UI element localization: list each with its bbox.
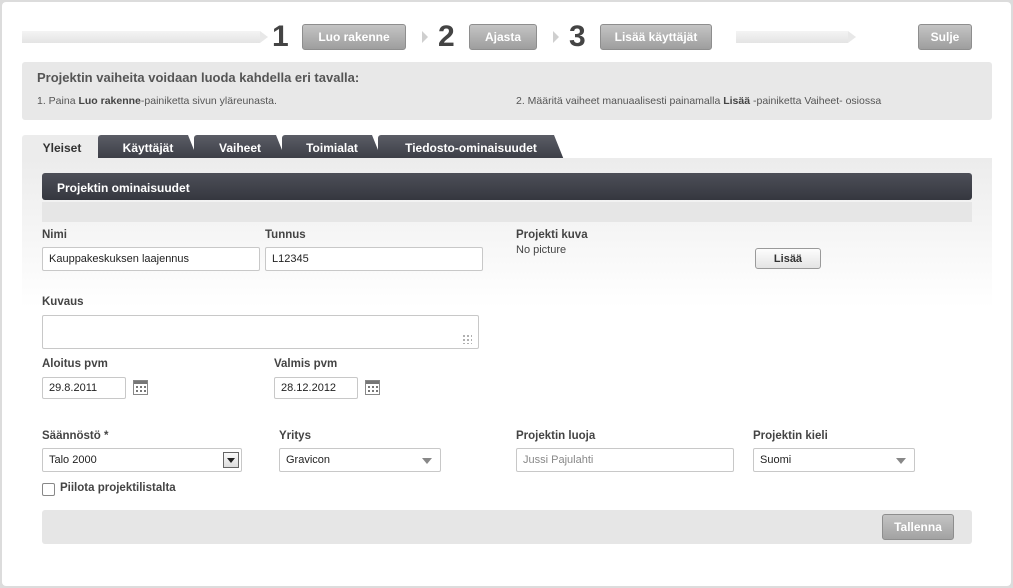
- tab-toimialat[interactable]: Toimialat: [282, 135, 382, 160]
- close-button[interactable]: Sulje: [918, 24, 972, 50]
- code-label: Tunnus: [265, 229, 306, 241]
- step-number-2: 2: [438, 20, 455, 53]
- calendar-icon[interactable]: [133, 380, 148, 395]
- add-picture-button[interactable]: Lisää: [755, 248, 821, 269]
- info-text-bold: Lisää: [723, 95, 751, 107]
- end-date-label: Valmis pvm: [274, 358, 338, 370]
- info-text: -painiketta sivun yläreunasta.: [140, 95, 277, 107]
- tab-vaiheet[interactable]: Vaiheet: [194, 135, 286, 160]
- code-field[interactable]: L12345: [265, 247, 483, 271]
- rules-label: Säännöstö *: [42, 430, 109, 442]
- tab-bar: Yleiset Käyttäjät Vaiheet Toimialat Tied…: [22, 135, 582, 160]
- step-number-3: 3: [569, 20, 586, 53]
- creator-label: Projektin luoja: [516, 430, 596, 442]
- chevron-down-icon: [422, 458, 432, 464]
- info-panel: Projektin vaiheita voidaan luoda kahdell…: [22, 62, 992, 120]
- form-footer: Tallenna: [42, 510, 972, 544]
- wizard-track: [22, 31, 268, 43]
- end-date-input[interactable]: 28.12.2012: [274, 377, 358, 399]
- save-button[interactable]: Tallenna: [882, 514, 954, 540]
- picture-status: No picture: [516, 244, 567, 256]
- tab-yleiset[interactable]: Yleiset: [22, 135, 102, 160]
- info-text: 2. Määritä vaiheet manuaalisesti painama…: [516, 95, 724, 107]
- rules-value: Talo 2000: [49, 454, 97, 466]
- calendar-icon[interactable]: [365, 380, 380, 395]
- info-text: 1. Paina: [37, 95, 79, 107]
- tab-tiedosto-ominaisuudet[interactable]: Tiedosto-ominaisuudet: [378, 135, 564, 160]
- info-step-1: 1. Paina Luo rakenne-painiketta sivun yl…: [37, 95, 277, 107]
- chevron-down-icon[interactable]: [223, 452, 239, 468]
- luo-rakenne-button[interactable]: Luo rakenne: [302, 24, 406, 50]
- company-value: Gravicon: [286, 454, 331, 466]
- resize-grip-icon[interactable]: [462, 334, 472, 344]
- name-field[interactable]: Kauppakeskuksen laajennus: [42, 247, 260, 271]
- language-select[interactable]: Suomi: [753, 448, 915, 472]
- lisaa-kayttajat-button[interactable]: Lisää käyttäjät: [600, 24, 712, 50]
- rules-select[interactable]: Talo 2000: [42, 448, 242, 472]
- start-date-label: Aloitus pvm: [42, 358, 108, 370]
- wizard-track: [736, 31, 856, 43]
- description-label: Kuvaus: [42, 296, 84, 308]
- ajasta-button[interactable]: Ajasta: [469, 24, 537, 50]
- section-title: Projektin ominaisuudet: [42, 173, 972, 200]
- step-number-1: 1: [272, 20, 289, 53]
- chevron-down-icon: [896, 458, 906, 464]
- chevron-right-icon: [553, 31, 559, 43]
- hide-from-list-checkbox[interactable]: [42, 483, 55, 496]
- info-title: Projektin vaiheita voidaan luoda kahdell…: [37, 70, 360, 85]
- chevron-right-icon: [422, 31, 428, 43]
- company-select[interactable]: Gravicon: [279, 448, 441, 472]
- description-textarea[interactable]: [42, 315, 479, 349]
- project-wizard-window: 1 Luo rakenne 2 Ajasta 3 Lisää käyttäjät…: [2, 2, 1011, 586]
- general-tab-panel: Projektin ominaisuudet Nimi Kauppakeskuk…: [22, 158, 992, 562]
- creator-field: Jussi Pajulahti: [516, 448, 734, 472]
- name-label: Nimi: [42, 229, 67, 241]
- language-label: Projektin kieli: [753, 430, 828, 442]
- hide-from-list-label: Piilota projektilistalta: [60, 482, 176, 494]
- info-text-bold: Luo rakenne: [78, 95, 141, 107]
- start-date-input[interactable]: 29.8.2011: [42, 377, 126, 399]
- language-value: Suomi: [760, 454, 792, 466]
- info-step-2: 2. Määritä vaiheet manuaalisesti painama…: [516, 95, 881, 107]
- section-strip: [42, 202, 972, 222]
- tab-kayttajat[interactable]: Käyttäjät: [98, 135, 198, 160]
- info-text: -painiketta Vaiheet- osiossa: [750, 95, 882, 107]
- company-label: Yritys: [279, 430, 311, 442]
- picture-label: Projekti kuva: [516, 229, 588, 241]
